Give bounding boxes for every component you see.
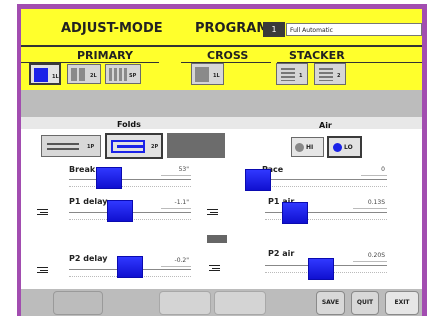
p2-air-icon [209,265,220,271]
primary-1l-icon [34,68,48,82]
primary-2l-button[interactable]: 2L [67,64,101,84]
primary-1l-button[interactable]: 1L [29,63,61,85]
break-label: Break [69,165,96,174]
break-track [69,179,191,180]
exit-button[interactable]: EXIT [385,291,419,315]
primary-sp-icon-b [114,68,117,81]
air-hi-indicator [295,143,304,152]
footer-blank-button-3[interactable] [214,291,266,315]
primary-1l-label: 1L [52,74,59,80]
pace-slider-thumb[interactable] [245,169,271,191]
p2-delay-icon [37,267,48,273]
fold-2p-button[interactable]: 2P [105,133,163,159]
header-divider [21,45,422,47]
program-number[interactable]: 1 [263,22,285,37]
header-bar: ADJUST-MODE PROGRAM 1 Full Automatic PRI… [21,9,422,90]
primary-2l-icon [71,68,77,81]
air-title: Air [319,121,332,130]
hmi-screen: ADJUST-MODE PROGRAM 1 Full Automatic PRI… [21,9,422,316]
primary-2l-icon-b [79,68,85,81]
cross-label: CROSS [207,49,249,62]
p2-delay-value: -0.2" [161,256,191,267]
save-button[interactable]: SAVE [316,291,345,315]
quit-button[interactable]: QUIT [351,291,379,315]
air-lo-button[interactable]: LO [327,136,362,158]
p1-delay-slider-thumb[interactable] [107,200,134,222]
primary-label: PRIMARY [77,49,133,62]
p1-delay-label: P1 delay [69,197,108,206]
air-hi-label: HI [306,144,314,151]
p2-delay-label: P2 delay [69,254,108,263]
stacker-2-icon [319,68,333,81]
air-lo-label: LO [344,144,353,151]
folds-title: Folds [117,120,141,129]
fold-1p-button[interactable]: 1P [41,135,101,157]
mid-indicator [207,235,227,243]
fold-1p-label: 1P [87,144,95,150]
break-slider-thumb[interactable] [95,167,122,189]
cross-1l-icon [195,67,209,82]
stacker-1-button[interactable]: 1 [276,63,308,85]
primary-sp-icon-d [124,68,127,81]
panel-header [21,117,422,129]
p2-air-label: P2 air [268,249,295,258]
p1-air-icon [207,209,218,215]
footer-bar: SAVE QUIT EXIT [21,289,422,316]
stacker-2-button[interactable]: 2 [314,63,346,85]
break-value: 53" [161,165,191,176]
p1-air-slider-thumb[interactable] [282,202,309,224]
p1-air-value: 0.13S [353,198,387,209]
p2-air-value: 0.20S [353,251,387,262]
fold-2p-label: 2P [151,144,159,150]
stacker-1-icon [281,68,295,81]
primary-sp-icon [109,68,112,81]
footer-blank-button-1[interactable] [53,291,103,315]
stacker-2-label: 2 [337,73,341,79]
break-dots [69,186,191,187]
stacker-label: STACKER [289,49,345,62]
footer-blank-button-2[interactable] [159,291,211,315]
fold-preview-box [167,133,225,158]
p2-delay-slider-thumb[interactable] [117,256,143,278]
air-lo-indicator [333,143,342,152]
air-hi-button[interactable]: HI [291,137,324,157]
fold-1p-icon [47,143,79,150]
p1-delay-value: -1.1" [161,198,191,209]
program-label: PROGRAM [195,21,270,36]
p2-air-slider-thumb[interactable] [308,258,335,280]
fold-2p-icon-inner [117,145,145,148]
primary-sp-label: SP [129,73,137,79]
primary-sp-icon-c [119,68,122,81]
primary-2l-label: 2L [90,73,97,79]
primary-sp-button[interactable]: SP [105,64,141,84]
stacker-1-label: 1 [299,73,303,79]
cross-1l-label: 1L [213,73,220,79]
mode-title: ADJUST-MODE [61,21,163,36]
cross-1l-button[interactable]: 1L [191,63,224,85]
p1-delay-icon [37,209,48,215]
program-name-field[interactable]: Full Automatic [286,23,422,36]
pace-value: 0 [361,165,387,176]
